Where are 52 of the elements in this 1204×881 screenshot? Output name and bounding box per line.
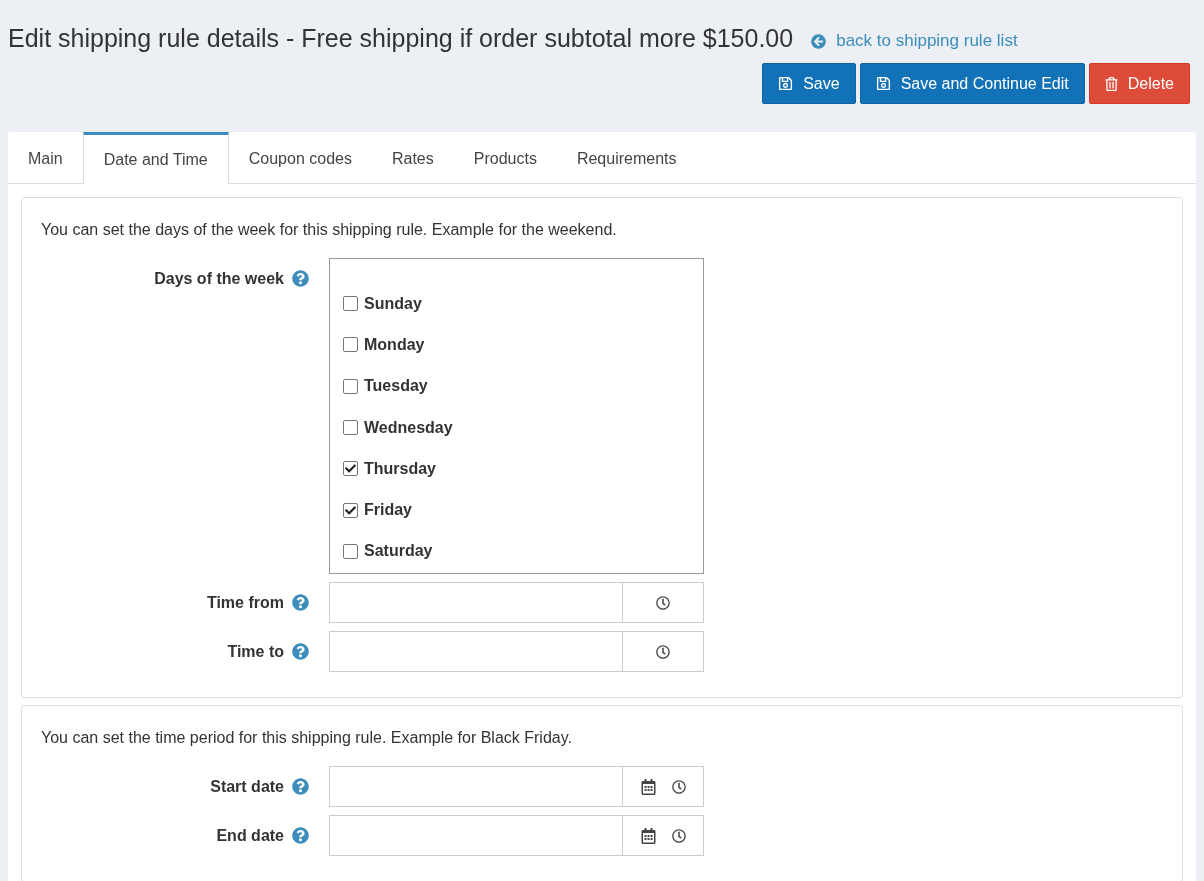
checkbox[interactable] [343, 461, 358, 477]
check-icon [345, 463, 356, 475]
clock-icon [671, 779, 686, 794]
date-input[interactable] [329, 815, 704, 856]
tab[interactable]: Main [8, 132, 83, 183]
clock-icon [671, 828, 686, 843]
calendar-icon [640, 778, 656, 795]
checkbox-option[interactable]: Friday [343, 489, 703, 531]
action-button[interactable]: Save [762, 63, 856, 104]
section-description: You can set the time period for this shipping rule. Example for Black Friday. [41, 728, 573, 748]
help-icon [292, 778, 309, 795]
checkbox-option[interactable]: Monday [343, 324, 703, 366]
tab[interactable]: Date and Time [82, 132, 229, 184]
field-label: Days of the week [154, 268, 284, 289]
checkbox-option[interactable]: Thursday [343, 448, 703, 490]
help-icon [292, 270, 309, 287]
tab[interactable]: Coupon codes [228, 132, 372, 183]
field-label: Time to [227, 641, 284, 662]
checkbox-option[interactable]: Saturday [343, 530, 703, 573]
date-input[interactable] [329, 766, 704, 807]
page-title: Edit shipping rule details - Free shipping if order subtotal more $150.00 [8, 23, 794, 55]
action-button[interactable]: Save and Continue Edit [859, 63, 1085, 104]
field-label: Start date [210, 776, 284, 797]
clock-icon [656, 644, 670, 659]
checkbox[interactable] [343, 502, 358, 518]
checkbox-option[interactable]: Wednesday [343, 406, 703, 449]
checkbox-option[interactable]: Tuesday [343, 365, 703, 407]
field-label: End date [216, 825, 284, 846]
clock-icon [656, 595, 670, 610]
check-icon [345, 504, 356, 516]
checkbox[interactable] [343, 378, 358, 394]
tab[interactable]: Rates [371, 132, 454, 183]
tab[interactable]: Requirements [556, 132, 697, 183]
checkbox[interactable] [343, 420, 358, 436]
section-description: You can set the days of the week for this shipping rule. Example for the weekend. [41, 220, 618, 240]
checkbox-option[interactable]: Sunday [343, 283, 703, 325]
date-input[interactable] [329, 631, 704, 672]
help-icon [292, 827, 309, 844]
trash-icon [1104, 76, 1118, 91]
save-icon [875, 76, 891, 91]
help-icon [292, 643, 309, 660]
calendar-icon [640, 827, 656, 844]
field-label: Time from [206, 592, 284, 613]
tab[interactable]: Products [453, 132, 557, 183]
checkbox[interactable] [343, 337, 358, 353]
save-icon [778, 76, 794, 91]
action-button[interactable]: Delete [1088, 63, 1190, 104]
checkbox[interactable] [343, 296, 358, 312]
help-icon [292, 594, 309, 611]
date-input[interactable] [329, 582, 704, 623]
back-icon [811, 33, 827, 49]
checkbox[interactable] [343, 543, 358, 559]
